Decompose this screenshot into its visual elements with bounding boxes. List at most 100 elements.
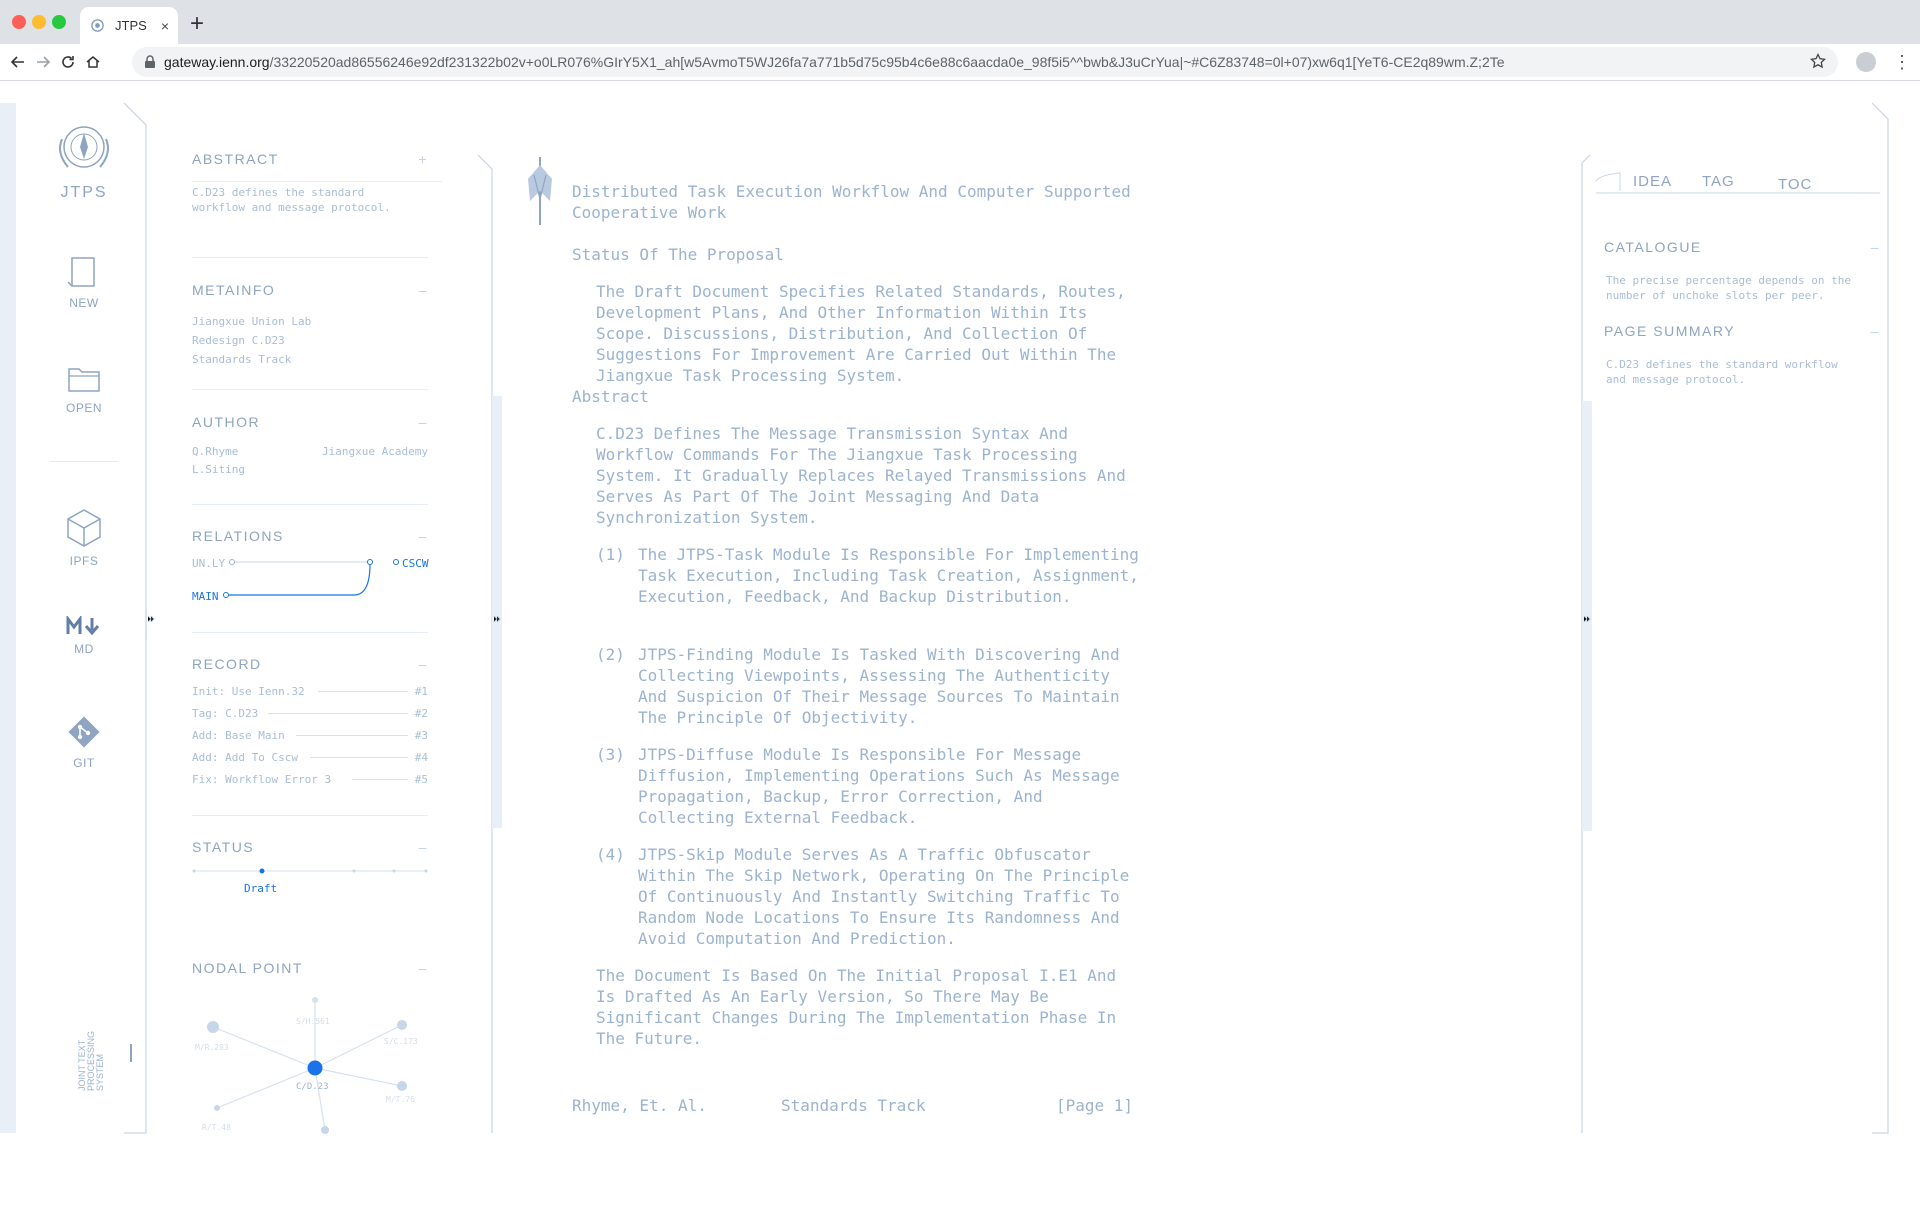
ipfs-button[interactable]: IPFS [50,508,118,568]
collapse-icon[interactable]: – [1871,323,1880,339]
collapse-icon[interactable]: – [419,282,428,298]
record-title: RECORD [192,656,262,672]
collapse-icon[interactable]: – [419,656,428,672]
brand-bar [130,1044,132,1062]
collapse-icon[interactable]: – [1871,239,1880,255]
paragraph-line: Random Node Locations To Ensure Its Rand… [638,908,1120,927]
paragraph-line: The JTPS-Task Module Is Responsible For … [638,545,1139,564]
relation-node[interactable]: UN.LY [192,556,225,571]
nodal-label: M/T.76 [386,1095,415,1104]
browser-toolbar: gateway.ienn.org/33220520ad86556246e92df… [0,44,1920,81]
paragraph-line: The Future. [596,1029,702,1048]
divider [192,389,428,390]
new-label: NEW [69,296,99,310]
document-title: Distributed Task Execution Workflow And … [572,181,1131,223]
back-icon[interactable] [8,52,28,72]
record-item[interactable]: Init: Use Ienn.32 #1 [192,684,428,699]
relations-header[interactable]: RELATIONS – [192,528,428,544]
status-header[interactable]: STATUS – [192,839,428,855]
un-emblem-icon [59,126,109,168]
record-text: Tag: C.D23 [192,707,259,720]
metainfo-header[interactable]: METAINFO – [192,282,428,298]
expand-icon[interactable]: + [418,151,428,167]
md-button[interactable]: MD [50,616,118,656]
ipfs-label: IPFS [69,554,99,568]
paragraph-line: Serves As Part Of The Joint Messaging An… [596,487,1040,506]
paragraph-line: Development Plans, And Other Information… [596,303,1088,322]
maximize-window-button[interactable] [52,15,66,29]
catalogue-line: The precise percentage depends on the [1606,274,1852,287]
list-item-number: (4) [596,845,625,864]
metainfo-text: Jiangxue Union Lab Redesign C.D23 Standa… [192,312,428,369]
author-list: Q.Rhyme L.Siting Jiangxue Academy [192,444,428,478]
catalogue-header[interactable]: CATALOGUE – [1604,239,1880,255]
list-item-number: (3) [596,745,625,764]
relation-node[interactable]: MAIN [192,589,219,604]
record-tag: #1 [414,685,428,698]
paragraph-line: Scope. Discussions, Distribution, And Co… [596,324,1088,343]
status-paragraph: The Draft Document Specifies Related Sta… [596,281,1156,386]
nodal-title: NODAL POINT [192,960,303,976]
status-track[interactable] [192,865,428,877]
tab-tag[interactable]: TAG [1702,173,1735,190]
reload-icon[interactable] [58,52,78,72]
list-item-text: JTPS-Skip Module Serves As A Traffic Obf… [638,844,1158,949]
list-item-number: (2) [596,645,625,664]
browser-tab[interactable]: JTPS × [80,7,178,44]
closing-paragraph: The Document Is Based On The Initial Pro… [596,965,1156,1049]
git-button[interactable]: GIT [50,714,118,770]
relations-section: RELATIONS – UN.LY MAIN CSCW [192,528,429,608]
catalogue-line: number of unchoke slots per peer. [1606,289,1825,302]
metainfo-line: Standards Track [192,353,292,366]
record-item[interactable]: Add: Add To Cscw #4 [192,750,428,765]
metainfo-section: METAINFO – Jiangxue Union Lab Redesign C.… [192,282,428,369]
relation-node[interactable]: CSCW [402,556,429,571]
tab-idea[interactable]: IDEA [1633,173,1672,190]
collapse-icon[interactable]: – [419,960,428,976]
list-item-text: JTPS-Diffuse Module Is Responsible For M… [638,744,1158,828]
collapse-icon[interactable]: – [419,839,428,855]
record-item[interactable]: Tag: C.D23 #2 [192,706,428,721]
record-item[interactable]: Fix: Workflow Error 3 #5 [192,772,428,787]
bookmark-star-icon[interactable] [1810,53,1826,69]
paragraph-line: And Suspicion Of Their Message Sources T… [638,687,1120,706]
nodal-graph[interactable] [192,990,428,1140]
tab-close-icon[interactable]: × [161,18,169,34]
paragraph-line: Collecting Viewpoints, Assessing The Aut… [638,666,1111,685]
minimize-window-button[interactable] [32,15,46,29]
abstract-heading: Abstract [572,387,650,406]
collapse-icon[interactable]: – [419,414,428,430]
paragraph-line: System. It Gradually Replaces Relayed Tr… [596,466,1126,485]
close-window-button[interactable] [12,15,26,29]
page-summary-header[interactable]: PAGE SUMMARY – [1604,323,1880,339]
page-summary-text: C.D23 defines the standard workflow and … [1606,357,1876,387]
paragraph-line: Task Execution, Including Task Creation,… [638,566,1139,585]
abstract-header[interactable]: ABSTRACT + [192,151,428,167]
status-heading: Status Of The Proposal [572,245,784,264]
author-header[interactable]: AUTHOR – [192,414,428,430]
relations-graph [223,559,399,598]
paragraph-line: The Document Is Based On The Initial Pro… [596,966,1117,985]
collapse-icon[interactable]: – [419,528,428,544]
forward-icon[interactable] [33,52,53,72]
page-summary-title: PAGE SUMMARY [1604,323,1736,339]
profile-avatar[interactable] [1856,52,1876,72]
record-tag: #2 [414,707,428,720]
tab-toc[interactable]: TOC [1778,176,1812,193]
home-icon[interactable] [83,52,103,72]
paragraph-line: Avoid Computation And Prediction. [638,929,956,948]
new-button[interactable]: NEW [50,256,118,310]
new-tab-button[interactable]: + [190,10,204,38]
metainfo-line: Jiangxue Union Lab [192,315,312,328]
footer-authors: Rhyme, Et. Al. [572,1096,707,1115]
nodal-header[interactable]: NODAL POINT – [192,960,428,976]
open-button[interactable]: OPEN [50,363,118,415]
record-item[interactable]: Add: Base Main #3 [192,728,428,743]
paragraph-line: Significant Changes During The Implement… [596,1008,1117,1027]
browser-menu-icon[interactable]: ⋮ [1893,52,1911,72]
paragraph-line: Workflow Commands For The Jiangxue Task … [596,445,1078,464]
address-bar[interactable]: gateway.ienn.org/33220520ad86556246e92df… [132,47,1838,77]
author-section: AUTHOR – Q.Rhyme L.Siting Jiangxue Academ… [192,414,428,478]
list-item-text: The JTPS-Task Module Is Responsible For … [638,544,1158,607]
record-header[interactable]: RECORD – [192,656,428,672]
